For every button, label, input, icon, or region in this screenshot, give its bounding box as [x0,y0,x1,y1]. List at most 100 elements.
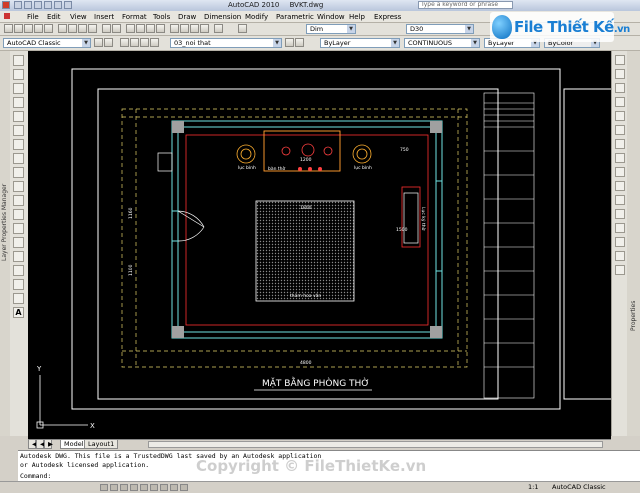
multiline-text-icon[interactable]: A [13,307,24,318]
status-workspace[interactable]: AutoCAD Classic [552,483,606,491]
text-style-icon[interactable] [238,24,247,33]
design-center-icon[interactable] [180,24,189,33]
region-icon[interactable] [13,279,24,290]
open-icon[interactable] [24,1,32,9]
save-icon[interactable] [34,1,42,9]
print-icon[interactable] [34,24,43,33]
lineweight-toggle-icon[interactable] [180,484,188,491]
properties-strip[interactable]: Properties [627,51,640,436]
osnap-icon[interactable] [140,484,148,491]
zoom-realtime-icon[interactable] [136,24,145,33]
scale-icon[interactable] [615,153,625,163]
polar-icon[interactable] [130,484,138,491]
menu-tools[interactable]: Tools [153,13,170,21]
tab-next-icon[interactable]: ▶ [44,440,53,449]
layer-manager-icon[interactable] [104,38,113,47]
offset-icon[interactable] [615,97,625,107]
move-icon[interactable] [615,125,625,135]
menu-view[interactable]: View [70,13,87,21]
ducs-icon[interactable] [160,484,168,491]
dyn-icon[interactable] [170,484,178,491]
help-icon[interactable] [214,24,223,33]
extend-icon[interactable] [615,195,625,205]
polygon-icon[interactable] [13,97,24,108]
color-combo[interactable]: ByLayer ▼ [320,38,400,48]
menu-express[interactable]: Express [374,13,401,21]
save-file-icon[interactable] [24,24,33,33]
redo-tool-icon[interactable] [112,24,121,33]
insert-block-icon[interactable] [13,209,24,220]
break-icon[interactable] [615,209,625,219]
dim-style-combo[interactable]: D30 ▼ [406,24,474,34]
tab-layout1[interactable]: Layout1 [84,440,119,449]
erase-icon[interactable] [615,55,625,65]
menu-draw[interactable]: Draw [178,13,196,21]
menu-insert[interactable]: Insert [94,13,114,21]
app-menu-icon[interactable] [2,1,10,9]
snap-icon[interactable] [100,484,108,491]
tab-first-icon[interactable]: ◀ [28,440,37,449]
trim-icon[interactable] [615,181,625,191]
sheet-set-icon[interactable] [200,24,209,33]
cut-icon[interactable] [58,24,67,33]
fillet-icon[interactable] [615,251,625,261]
ellipse-arc-icon[interactable] [13,195,24,206]
redo-icon[interactable] [54,1,62,9]
stretch-icon[interactable] [615,167,625,177]
undo-tool-icon[interactable] [102,24,111,33]
menu-dimension[interactable]: Dimension [204,13,241,21]
join-icon[interactable] [615,223,625,233]
document-icon[interactable] [4,13,10,19]
construction-line-icon[interactable] [13,69,24,80]
lightbulb-icon[interactable] [120,38,129,47]
layer-previous-icon[interactable] [295,38,304,47]
annotation-scale[interactable]: 1:1 [528,483,538,491]
workspace-settings-icon[interactable] [94,38,103,47]
tool-palettes-icon[interactable] [190,24,199,33]
command-prompt[interactable]: Command: [20,472,51,481]
array-icon[interactable] [615,111,625,121]
rotate-icon[interactable] [615,139,625,149]
gradient-icon[interactable] [13,265,24,276]
tab-prev-icon[interactable]: ◀ [36,440,45,449]
explode-icon[interactable] [615,265,625,275]
make-block-icon[interactable] [13,223,24,234]
copy-object-icon[interactable] [615,69,625,79]
horizontal-scrollbar[interactable] [148,441,603,448]
drawing-canvas[interactable]: lục bình lục bình bàn thờ thảm hoa văn L… [28,51,611,439]
ortho-icon[interactable] [120,484,128,491]
copy-icon[interactable] [68,24,77,33]
match-properties-icon[interactable] [88,24,97,33]
zoom-previous-icon[interactable] [156,24,165,33]
grid-icon[interactable] [110,484,118,491]
plot-icon[interactable] [64,1,72,9]
search-input[interactable]: Type a keyword or phrase [418,1,513,9]
layer-combo[interactable]: 03_noi that ▼ [170,38,282,48]
arc-icon[interactable] [13,125,24,136]
menu-file[interactable]: File [27,13,39,21]
point-icon[interactable] [13,237,24,248]
menu-window[interactable]: Window [317,13,345,21]
menu-format[interactable]: Format [122,13,147,21]
make-current-icon[interactable] [285,38,294,47]
zoom-window-icon[interactable] [146,24,155,33]
new-icon[interactable] [14,1,22,9]
preview-icon[interactable] [44,24,53,33]
mirror-icon[interactable] [615,83,625,93]
workspace-combo[interactable]: AutoCAD Classic ▼ [3,38,91,48]
menu-parametric[interactable]: Parametric [276,13,314,21]
qnew-icon[interactable] [4,24,13,33]
line-icon[interactable] [13,55,24,66]
menu-modify[interactable]: Modify [245,13,268,21]
sun-icon[interactable] [130,38,139,47]
polyline-icon[interactable] [13,83,24,94]
menu-help[interactable]: Help [349,13,365,21]
linetype-combo[interactable]: CONTINUOUS ▼ [404,38,480,48]
table-icon[interactable] [13,293,24,304]
open-file-icon[interactable] [14,24,23,33]
circle-icon[interactable] [13,139,24,150]
undo-icon[interactable] [44,1,52,9]
ellipse-icon[interactable] [13,181,24,192]
properties-tool-icon[interactable] [170,24,179,33]
lock-icon[interactable] [140,38,149,47]
